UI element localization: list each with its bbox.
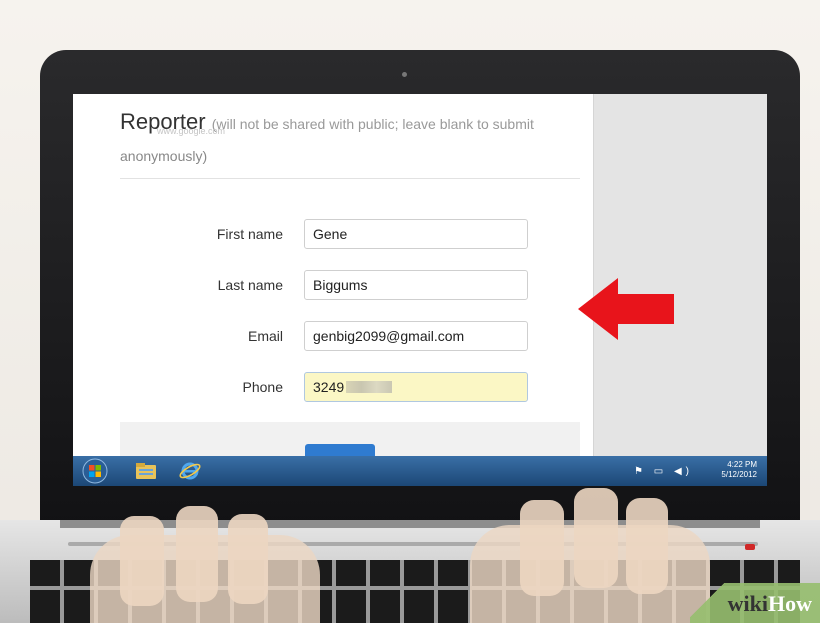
red-arrow-icon [578,278,674,340]
phone-row: Phone 3249 [120,372,580,404]
clock-time: 4:22 PM [727,460,757,469]
windows-start-orb[interactable] [81,458,109,484]
system-tray: ⚑ ▭ ◀) 4:22 PM 5/12/2012 [617,460,757,482]
section-divider [120,178,580,179]
phone-input[interactable]: 3249 [304,372,528,402]
left-finger [176,506,218,602]
wikihow-logo: wikiHow [690,583,820,623]
blurred-digits [346,381,393,393]
left-finger [228,514,268,604]
internet-explorer-icon[interactable] [177,460,203,482]
first-name-row: First name Gene [120,219,580,251]
first-name-input[interactable]: Gene [304,219,528,249]
tray-icons[interactable]: ⚑ ▭ ◀) [634,466,693,477]
phone-value: 3249 [313,379,345,395]
power-indicator [745,544,755,550]
laptop-photo: Reporter (will not be shared with public… [0,0,820,623]
windows-taskbar: ⚑ ▭ ◀) 4:22 PM 5/12/2012 [73,456,767,486]
right-finger [520,500,564,596]
phone-label: Phone [242,379,283,395]
file-explorer-icon[interactable] [133,460,159,482]
wikihow-logo-wiki: wiki [727,591,768,616]
last-name-input[interactable]: Biggums [304,270,528,300]
right-finger [626,498,668,594]
reporter-form-page: Reporter (will not be shared with public… [73,94,593,464]
last-name-label: Last name [217,277,283,293]
email-row: Email genbig2099@gmail.com [120,321,580,353]
first-name-label: First name [216,226,283,242]
last-name-row: Last name Biggums [120,270,580,302]
right-finger [574,488,618,588]
wikihow-logo-how: How [768,591,812,616]
section-title: Reporter (will not be shared with public… [120,100,590,146]
left-finger [120,516,164,606]
email-input[interactable]: genbig2099@gmail.com [304,321,528,351]
email-label: Email [247,328,283,344]
section-note-continued: anonymously) [120,148,208,164]
google-watermark: www.google.com [157,126,226,136]
webcam [402,72,407,77]
clock-date: 5/12/2012 [721,470,757,479]
clock[interactable]: 4:22 PM 5/12/2012 [721,460,757,480]
section-note: (will not be shared with public; leave b… [211,116,534,132]
